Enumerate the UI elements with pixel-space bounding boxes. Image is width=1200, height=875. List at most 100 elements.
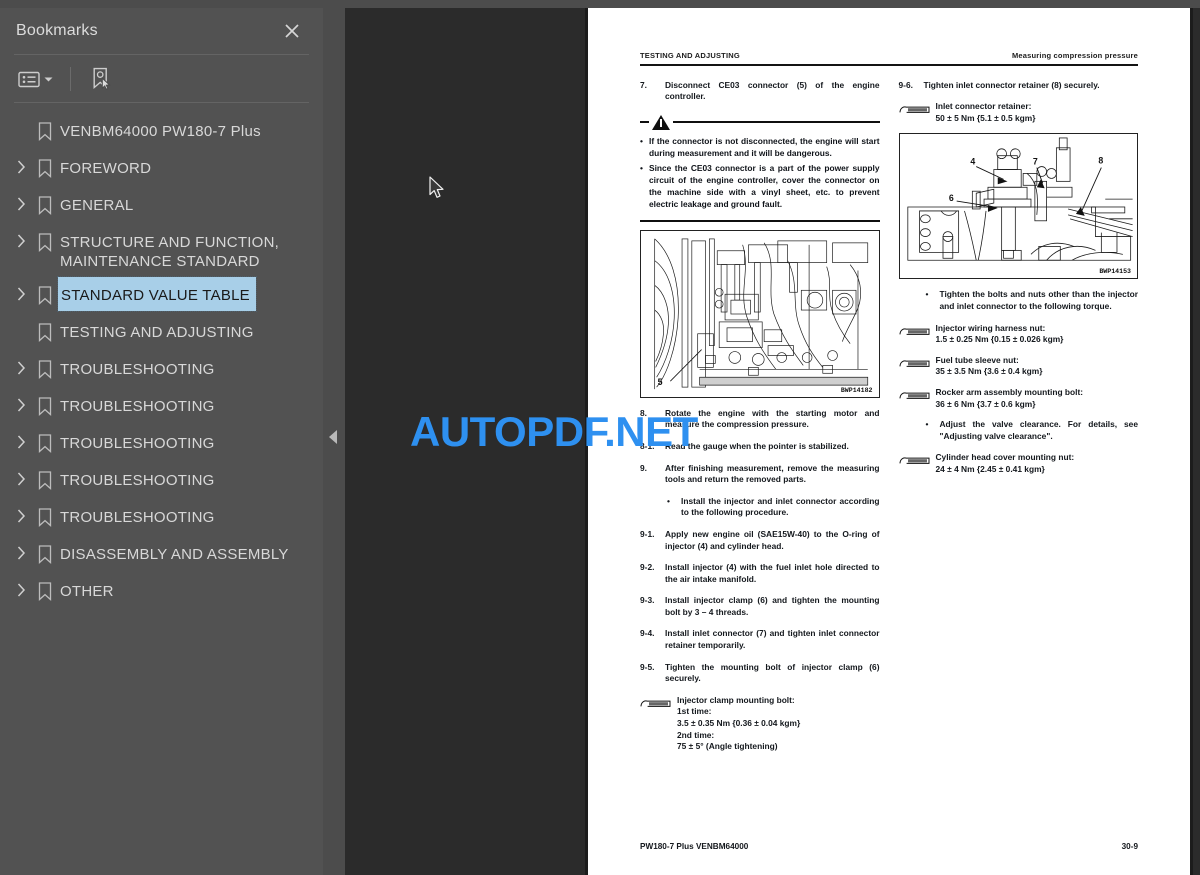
bookmark-item-label: TROUBLESHOOTING [60,361,215,378]
header-right-text: Measuring compression pressure [1011,51,1138,60]
bookmark-icon [32,187,58,215]
svg-text:5: 5 [658,377,663,387]
warning-bullet-text: Since the CE03 connector is a part of th… [649,163,880,209]
step-9-1: 9-1. Apply new engine oil (SAE15W-40) to… [640,529,880,552]
bookmark-item-7[interactable]: TROUBLESHOOTING [0,388,323,425]
document-viewer[interactable]: AUTOPDF.NET TESTING AND ADJUSTING Measur… [345,8,1200,875]
bookmark-item-8[interactable]: TROUBLESHOOTING [0,425,323,462]
bookmark-item-label: TESTING AND ADJUSTING [60,324,254,341]
bookmark-item-4[interactable]: STANDARD VALUE TABLE [0,276,323,314]
spec-wiring-harness-nut: Injector wiring harness nut: 1.5 ± 0.25 … [899,323,1139,346]
bookmark-item-2[interactable]: GENERAL [0,187,323,224]
mouse-pointer-icon [429,176,445,204]
chevron-right-icon[interactable] [10,462,32,486]
figure-2-code: BWP14153 [1098,268,1132,276]
chevron-right-icon[interactable] [10,536,32,560]
new-bookmark-icon [93,67,111,90]
svg-text:4: 4 [970,157,975,167]
chevron-right-icon[interactable] [10,351,32,375]
pdf-viewer-window: Bookmarks VENBM64000 PW180-7 Plus FOREWO… [0,0,1200,875]
bookmark-item-11[interactable]: DISASSEMBLY AND ASSEMBLY [0,536,323,573]
bookmark-icon [32,388,58,416]
svg-text:7: 7 [1032,157,1037,167]
collapse-left-icon [329,430,337,444]
step-9-text: After finishing measurement, remove the … [665,462,880,485]
bookmark-item-label: TROUBLESHOOTING [60,509,215,526]
spec-fuel-tube-sleeve-nut-text: Fuel tube sleeve nut: 35 ± 3.5 Nm {3.6 ±… [935,354,1043,377]
svg-text:6: 6 [948,193,953,203]
chevron-right-icon[interactable] [10,573,32,597]
bookmark-icon [32,277,58,305]
bullet-torque-other-text: Tighten the bolts and nuts other than th… [939,289,1139,311]
warning-triangle-icon [652,114,670,130]
list-options-button[interactable] [16,67,55,91]
warning-bullet-text: If the connector is not disconnected, th… [649,135,880,158]
step-9-1-number: 9-1. [640,528,655,539]
step-9-6-number: 9-6. [898,79,913,90]
header-rule [640,64,1138,66]
page-right-column: 9-6. Tighten inlet connector retainer (8… [898,80,1139,762]
chevron-right-icon[interactable] [10,388,32,412]
step-9-1-text: Apply new engine oil (SAE15W-40) to the … [665,528,880,551]
chevron-right-icon[interactable] [10,277,32,301]
warning-bullet: • If the connector is not disconnected, … [640,135,880,158]
bookmark-item-label: STANDARD VALUE TABLE [57,276,257,312]
step-7: 7. Disconnect CE03 connector (5) of the … [640,80,880,103]
bookmarks-header: Bookmarks [0,8,323,54]
page-running-footer: PW180-7 Plus VENBM64000 30-9 [640,842,1138,851]
bookmark-item-label: TROUBLESHOOTING [60,472,215,489]
bookmark-item-5[interactable]: TESTING AND ADJUSTING [0,314,323,351]
list-options-icon [18,71,40,87]
chevron-right-icon[interactable] [10,187,32,211]
warning-bullet: • Since the CE03 connector is a part of … [640,163,880,209]
step-9-bullet-text: Install the injector and inlet connector… [681,495,880,518]
bullet-torque-other: • Tighten the bolts and nuts other than … [925,289,1139,311]
spec-rocker-arm-bolt-text: Rocker arm assembly mounting bolt: 36 ± … [935,386,1084,409]
bookmark-item-label: OTHER [60,583,114,600]
bullet-valve-clearance: • Adjust the valve clearance. For detail… [925,419,1138,441]
spec-cylinder-head-cover-nut: Cylinder head cover mounting nut: 24 ± 4… [899,452,1139,475]
spec-injector-clamp-text: Injector clamp mounting bolt: 1st time: … [677,694,801,752]
bookmark-item-3[interactable]: STRUCTURE AND FUNCTION, MAINTENANCE STAN… [0,224,323,277]
bookmark-item-0[interactable]: VENBM64000 PW180-7 Plus [0,113,323,150]
new-bookmark-button[interactable] [89,64,115,94]
spec-injector-clamp: Injector clamp mounting bolt: 1st time: … [640,695,880,753]
footer-left-text: PW180-7 Plus VENBM64000 [640,842,749,851]
step-9-6: 9-6. Tighten inlet connector retainer (8… [899,80,1139,92]
bookmark-icon [32,536,58,564]
bookmark-item-10[interactable]: TROUBLESHOOTING [0,499,323,536]
svg-text:8: 8 [1098,156,1103,166]
bookmark-item-label: DISASSEMBLY AND ASSEMBLY [60,546,289,563]
step-9-4-number: 9-4. [640,628,655,639]
spec-inlet-connector-text: Inlet connector retainer: 50 ± 5 Nm {5.1… [935,101,1036,123]
spec-inlet-connector: Inlet connector retainer: 50 ± 5 Nm {5.1… [899,101,1139,124]
step-9-bullet: • Install the injector and inlet connect… [667,495,880,518]
bookmark-icon [32,573,58,601]
torque-wrench-icon [899,323,936,346]
sidebar-collapse-handle[interactable] [323,8,345,875]
spec-rocker-arm-bolt: Rocker arm assembly mounting bolt: 36 ± … [899,387,1139,410]
step-9-2-number: 9-2. [640,562,655,573]
bookmark-item-label: TROUBLESHOOTING [60,398,215,415]
bookmark-item-label: VENBM64000 PW180-7 Plus [60,123,261,140]
bookmark-item-label: GENERAL [60,197,134,214]
close-icon[interactable] [279,18,305,44]
bookmark-icon [32,351,58,379]
step-7-text: Disconnect CE03 connector (5) of the eng… [665,79,880,102]
step-9-5: 9-5. Tighten the mounting bolt of inject… [640,662,880,685]
bookmark-item-1[interactable]: FOREWORD [0,150,323,187]
bookmark-icon [32,314,58,342]
chevron-right-icon[interactable] [10,425,32,449]
bookmark-item-12[interactable]: OTHER [0,573,323,610]
warning-box: • If the connector is not disconnected, … [640,114,880,222]
bookmark-item-9[interactable]: TROUBLESHOOTING [0,462,323,499]
step-9-4: 9-4. Install inlet connector (7) and tig… [640,628,880,651]
chevron-right-icon[interactable] [10,499,32,523]
step-9-6-text: Tighten inlet connector retainer (8) sec… [923,79,1100,90]
chevron-right-icon[interactable] [10,150,32,174]
bookmark-item-6[interactable]: TROUBLESHOOTING [0,351,323,388]
window-top-strip [0,0,1200,8]
chevron-right-icon[interactable] [10,224,32,248]
spec-fuel-tube-sleeve-nut: Fuel tube sleeve nut: 35 ± 3.5 Nm {3.6 ±… [899,355,1139,378]
page-running-header: TESTING AND ADJUSTING Measuring compress… [640,8,1138,60]
